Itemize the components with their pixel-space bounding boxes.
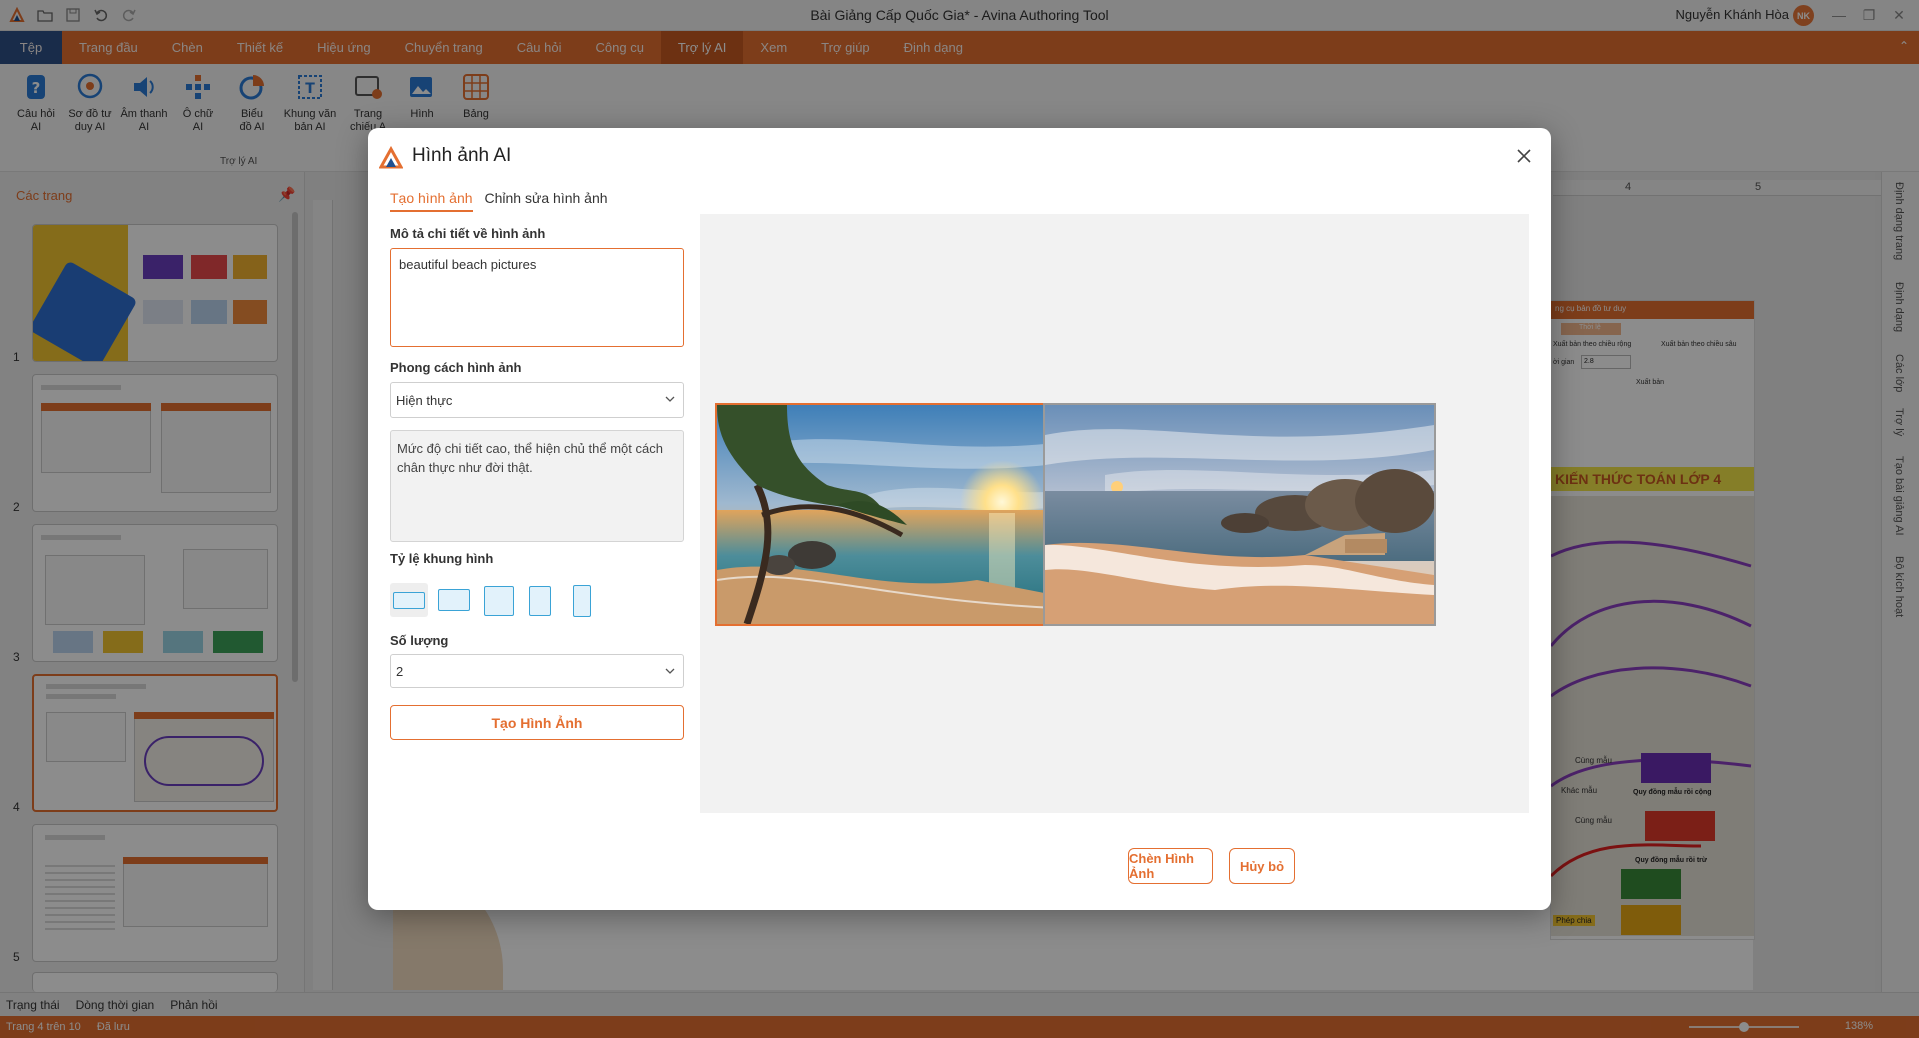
chevron-down-icon — [665, 668, 675, 674]
insert-image-button[interactable]: Chèn Hình Ảnh — [1128, 848, 1213, 884]
ratio-option-landscape[interactable] — [438, 589, 470, 611]
ai-image-dialog: Hình ảnh AI Tạo hình ảnh Chỉnh sửa hình … — [368, 128, 1551, 910]
generate-image-button[interactable]: Tạo Hình Ảnh — [390, 705, 684, 740]
style-label: Phong cách hình ảnh — [390, 360, 522, 375]
style-select[interactable]: Hiện thực — [390, 382, 684, 418]
style-select-value: Hiện thực — [396, 392, 453, 408]
chevron-down-icon — [665, 396, 675, 402]
quantity-select[interactable]: 2 — [390, 654, 684, 688]
generated-image-2[interactable] — [1043, 403, 1436, 626]
close-icon[interactable] — [1512, 144, 1536, 168]
ratio-option-square[interactable] — [484, 586, 514, 616]
ratio-option-portrait[interactable] — [529, 586, 551, 616]
description-input[interactable]: beautiful beach pictures — [390, 248, 684, 347]
ratio-label: Tỷ lệ khung hình — [390, 551, 494, 566]
tab-create-image[interactable]: Tạo hình ảnh — [390, 190, 473, 212]
tab-edit-image[interactable]: Chỉnh sửa hình ảnh — [485, 190, 608, 212]
quantity-label: Số lượng — [390, 633, 449, 648]
avina-logo-icon — [378, 145, 404, 170]
ratio-option-tall[interactable] — [573, 585, 591, 617]
beach-rocks-image — [1045, 405, 1434, 624]
image-preview-area — [700, 214, 1529, 813]
ratio-option-wide[interactable] — [393, 592, 425, 609]
description-label: Mô tả chi tiết về hình ảnh — [390, 226, 546, 241]
dialog-tabs: Tạo hình ảnh Chỉnh sửa hình ảnh — [390, 190, 608, 212]
style-description: Mức độ chi tiết cao, thể hiện chủ thể mộ… — [390, 430, 684, 542]
quantity-select-value: 2 — [396, 663, 404, 679]
dialog-title: Hình ảnh AI — [412, 145, 512, 166]
cancel-button[interactable]: Hủy bỏ — [1229, 848, 1295, 884]
